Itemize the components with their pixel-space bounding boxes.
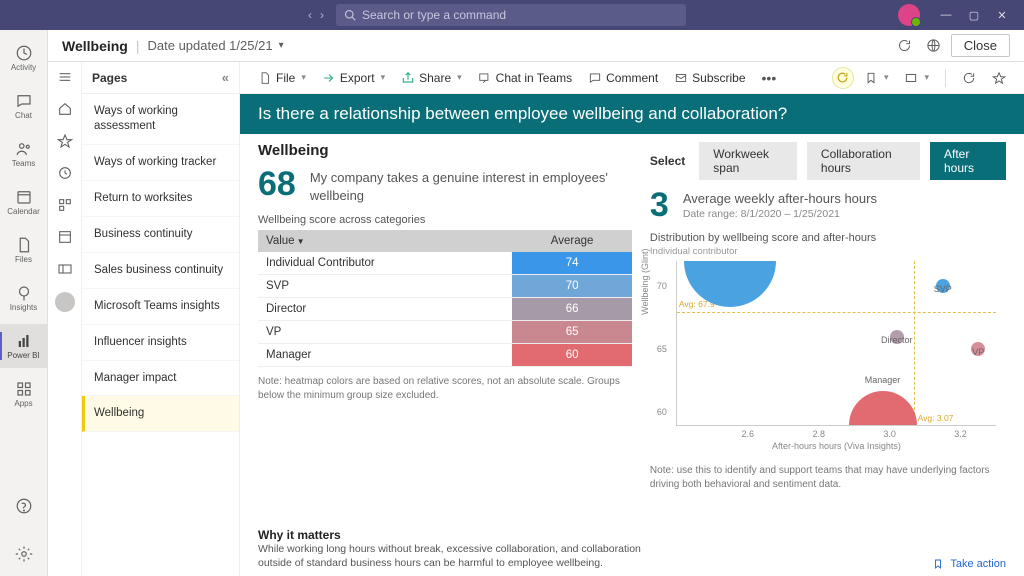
app-activity[interactable]: Activity [0,36,48,80]
bookmark-icon [932,558,944,570]
page-item[interactable]: Ways of working assessment [82,94,239,145]
table-row: VP65 [258,321,632,344]
page-item[interactable]: Manager impact [82,361,239,397]
collapse-icon[interactable]: « [222,70,229,85]
question-banner: Is there a relationship between employee… [240,94,1024,134]
page-item[interactable]: Sales business continuity [82,253,239,289]
app-power-bi[interactable]: Power BI [0,324,48,368]
why-it-matters-title: Why it matters [258,528,641,542]
favorite-icon[interactable] [56,132,74,150]
app-chat[interactable]: Chat [0,84,48,128]
bookmark-menu[interactable]: ▾ [858,68,895,88]
search-icon [344,9,356,21]
titlebar: ‹ › Search or type a command — ▢ ✕ [0,0,1024,30]
table-row: SVP70 [258,275,632,298]
take-action-link[interactable]: Take action [932,558,1006,570]
user-avatar[interactable] [898,4,920,26]
window-close[interactable]: ✕ [988,9,1016,22]
metric-tabs: Select Workweek span Collaboration hours A… [650,142,1006,180]
more-menu[interactable]: ••• [756,67,783,89]
chart-title: Distribution by wellbeing score and afte… [650,232,1006,244]
search-placeholder: Search or type a command [362,8,506,22]
workspace-avatar[interactable] [55,292,75,312]
wellbeing-title: Wellbeing [258,142,632,159]
chart-note: Note: use this to identify and support t… [650,464,1006,491]
page-item[interactable]: Ways of working tracker [82,145,239,181]
workspace-rail [48,62,82,576]
page-header: Wellbeing | Date updated 1/25/21 ▾ Close [48,30,1024,62]
chevron-down-icon[interactable]: ▾ [279,40,284,51]
view-menu[interactable]: ▾ [898,68,935,88]
table-row: Manager60 [258,344,632,367]
search-box[interactable]: Search or type a command [336,4,686,26]
settings-button[interactable] [0,532,48,576]
comment-button[interactable]: Comment [582,68,664,88]
page-subtitle: Date updated 1/25/21 [148,38,273,53]
browse-icon[interactable] [56,228,74,246]
file-menu[interactable]: File▾ [252,68,312,88]
metric-tab[interactable]: Collaboration hours [807,142,920,180]
metric-tab[interactable]: After hours [930,142,1006,180]
score-table: Value▼ Average Individual Contributor74S… [258,230,632,367]
teams-app-rail: Activity Chat Teams Calendar Files Insig… [0,30,48,576]
globe-icon[interactable] [926,38,941,53]
table-row: Individual Contributor74 [258,252,632,275]
y-axis-label: Wellbeing (Glint) [640,248,650,314]
favorite-report-button[interactable] [986,68,1012,88]
home-icon[interactable] [56,100,74,118]
why-it-matters-body: While working long hours without break, … [258,542,641,570]
reset-button[interactable] [832,67,854,89]
window-minimize[interactable]: — [932,9,960,21]
col-average[interactable]: Average [512,230,632,252]
date-range: Date range: 8/1/2020 – 1/25/2021 [683,208,877,220]
app-files[interactable]: Files [0,228,48,272]
refresh-report-button[interactable] [956,68,982,88]
col-value[interactable]: Value▼ [258,230,512,252]
subscribe-button[interactable]: Subscribe [668,68,751,88]
pages-header: Pages [92,71,127,85]
close-button[interactable]: Close [951,34,1010,57]
chat-teams-button[interactable]: Chat in Teams [472,68,578,88]
page-title: Wellbeing [62,38,128,54]
report-toolbar: File▾ Export▾ Share▾ Chat in Teams Comme… [240,62,1024,94]
tabs-label: Select [650,154,685,168]
metric-tab[interactable]: Workweek span [699,142,797,180]
page-item[interactable]: Wellbeing [82,396,239,432]
refresh-icon[interactable] [897,38,912,53]
after-hours-value: 3 [650,188,669,222]
nav-forward[interactable]: › [320,8,324,22]
scatter-chart: Wellbeing (Glint) After-hours hours (Viv… [676,261,996,426]
help-button[interactable] [0,484,48,528]
page-item[interactable]: Influencer insights [82,325,239,361]
wellbeing-score-desc: My company takes a genuine interest in e… [310,167,632,204]
app-teams[interactable]: Teams [0,132,48,176]
wellbeing-score: 68 [258,167,296,201]
workspace-icon[interactable] [56,260,74,278]
table-row: Director66 [258,298,632,321]
page-item[interactable]: Return to worksites [82,181,239,217]
pages-sidebar: Pages « Ways of working assessmentWays o… [82,62,240,576]
page-item[interactable]: Business continuity [82,217,239,253]
score-table-title: Wellbeing score across categories [258,214,632,226]
app-calendar[interactable]: Calendar [0,180,48,224]
export-menu[interactable]: Export▾ [316,68,391,88]
x-axis-label: After-hours hours (Viva Insights) [772,441,901,451]
hamburger-icon[interactable] [56,68,74,86]
table-note: Note: heatmap colors are based on relati… [258,375,632,402]
share-menu[interactable]: Share▾ [395,68,468,88]
after-hours-desc: Average weekly after-hours hours [683,188,877,208]
app-insights[interactable]: Insights [0,276,48,320]
nav-back[interactable]: ‹ [308,8,312,22]
window-maximize[interactable]: ▢ [960,9,988,22]
app-apps[interactable]: Apps [0,372,48,416]
report-content: File▾ Export▾ Share▾ Chat in Teams Comme… [240,62,1024,576]
page-item[interactable]: Microsoft Teams insights [82,289,239,325]
apps-grid-icon[interactable] [56,196,74,214]
recent-icon[interactable] [56,164,74,182]
chart-sublabel: Individual contributor [650,246,1006,257]
